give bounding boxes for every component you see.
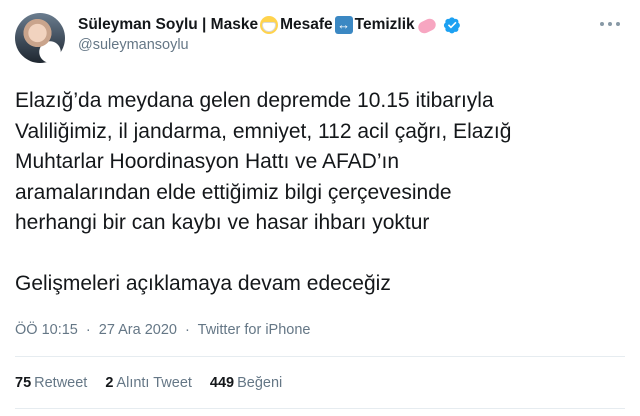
tweet-paragraph-1: Elazığ’da meydana gelen depremde 10.15 i…	[15, 89, 512, 234]
tweet-card: Süleyman Soylu | Maske Mesafe ↔ Temizlik…	[0, 0, 640, 416]
retweets-count: 75	[15, 375, 32, 391]
author-name-row[interactable]: Süleyman Soylu | Maske Mesafe ↔ Temizlik	[78, 14, 461, 36]
author-handle[interactable]: @suleymansoylu	[78, 37, 189, 53]
soap-icon	[417, 16, 437, 34]
retweets-stat[interactable]: 75 Retweet	[15, 375, 87, 391]
display-name-part2[interactable]: Mesafe	[280, 16, 333, 34]
face-with-mask-icon	[260, 16, 279, 34]
meta-separator: ·	[185, 322, 190, 338]
likes-stat[interactable]: 449 Beğeni	[210, 375, 282, 391]
left-right-arrow-icon: ↔	[334, 16, 353, 34]
divider	[15, 356, 625, 357]
retweets-label: Retweet	[34, 375, 88, 391]
tweet-date[interactable]: 27 Ara 2020	[99, 322, 177, 338]
quotes-count: 2	[105, 375, 114, 391]
avatar[interactable]	[15, 13, 65, 63]
divider	[15, 408, 625, 409]
tweet-meta: ÖÖ 10:15 · 27 Ara 2020 · Twitter for iPh…	[15, 322, 310, 338]
display-name-part3[interactable]: Temizlik	[355, 16, 415, 34]
tweet-time[interactable]: ÖÖ 10:15	[15, 322, 78, 338]
tweet-paragraph-2: Gelişmeleri açıklamaya devam edeceğiz	[15, 271, 391, 295]
meta-separator: ·	[85, 322, 91, 338]
tweet-text: Elazığ’da meydana gelen depremde 10.15 i…	[15, 86, 625, 299]
more-options-icon[interactable]	[600, 18, 624, 30]
likes-label: Beğeni	[237, 375, 283, 391]
verified-badge-icon	[443, 17, 460, 34]
quotes-label: Alıntı Tweet	[116, 375, 192, 391]
likes-count: 449	[209, 375, 235, 391]
tweet-stats: 75 Retweet 2 Alıntı Tweet 449 Beğeni	[15, 375, 282, 391]
quotes-stat[interactable]: 2 Alıntı Tweet	[105, 375, 192, 391]
tweet-source[interactable]: Twitter for iPhone	[198, 322, 311, 338]
display-name-part1[interactable]: Süleyman Soylu | Maske	[78, 16, 258, 34]
